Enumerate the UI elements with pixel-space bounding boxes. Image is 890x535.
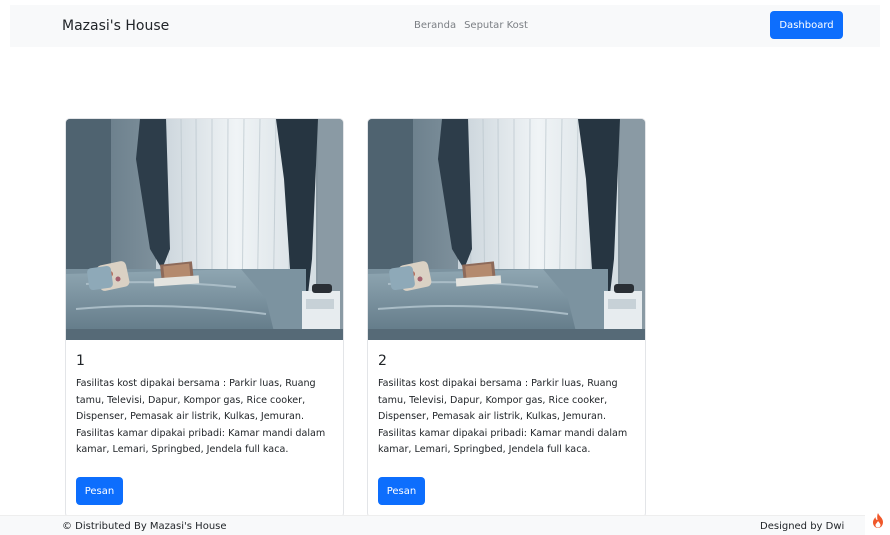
nav-links: Beranda Seputar Kost <box>414 19 528 33</box>
navbar: Mazasi's House Beranda Seputar Kost Dash… <box>10 5 880 47</box>
bedroom-photo <box>368 119 645 340</box>
room-image <box>368 119 645 340</box>
flame-icon[interactable] <box>865 505 890 535</box>
footer: © Distributed By Mazasi's House Designed… <box>0 515 890 535</box>
footer-credit: Designed by Dwi <box>760 521 845 532</box>
nav-link-beranda[interactable]: Beranda <box>414 19 456 33</box>
room-image <box>66 119 343 340</box>
card-title: 1 <box>76 353 85 369</box>
pesan-button[interactable]: Pesan <box>378 477 425 505</box>
dashboard-button[interactable]: Dashboard <box>770 11 843 39</box>
footer-copyright: © Distributed By Mazasi's House <box>62 521 227 532</box>
card-title: 2 <box>378 353 387 369</box>
pesan-button[interactable]: Pesan <box>76 477 123 505</box>
room-card: 2 Fasilitas kost dipakai bersama : Parki… <box>367 118 646 518</box>
bedroom-photo <box>66 119 343 340</box>
card-description: Fasilitas kost dipakai bersama : Parkir … <box>378 378 628 455</box>
flame-icon-glyph <box>872 512 883 528</box>
card-description: Fasilitas kost dipakai bersama : Parkir … <box>76 378 326 455</box>
nav-link-seputar-kost[interactable]: Seputar Kost <box>464 19 528 33</box>
brand-link[interactable]: Mazasi's House <box>62 16 169 36</box>
room-card: 1 Fasilitas kost dipakai bersama : Parki… <box>65 118 344 518</box>
